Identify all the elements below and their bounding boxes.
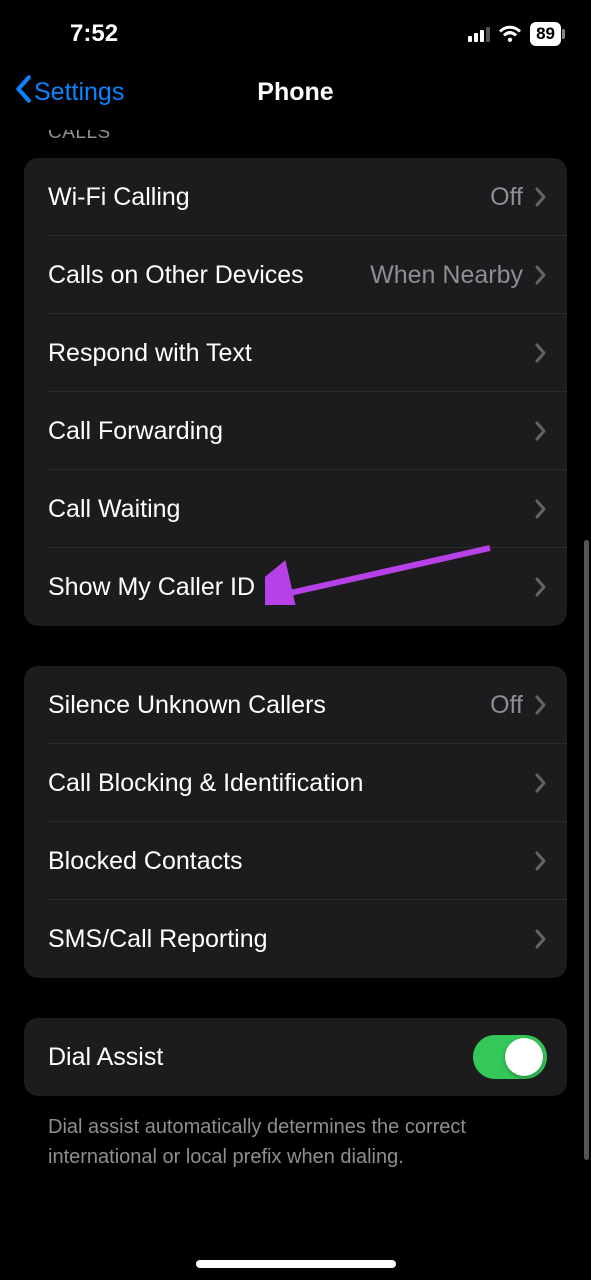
chevron-right-icon — [535, 187, 547, 207]
chevron-right-icon — [535, 499, 547, 519]
section-header-calls: CALLS — [0, 130, 591, 150]
row-label: Call Blocking & Identification — [48, 769, 535, 798]
dial-assist-description: Dial assist automatically determines the… — [0, 1108, 591, 1192]
wifi-icon — [498, 25, 522, 43]
row-label: Respond with Text — [48, 339, 535, 368]
cellular-signal-icon — [468, 26, 490, 42]
row-value: When Nearby — [370, 261, 523, 290]
row-silence-unknown[interactable]: Silence Unknown Callers Off — [24, 666, 567, 744]
home-indicator[interactable] — [196, 1260, 396, 1268]
settings-group-dial-assist: Dial Assist — [24, 1018, 567, 1096]
chevron-left-icon — [14, 75, 32, 110]
chevron-right-icon — [535, 265, 547, 285]
back-label: Settings — [34, 78, 124, 107]
chevron-right-icon — [535, 577, 547, 597]
scroll-bar[interactable] — [584, 540, 589, 1160]
row-show-my-caller-id[interactable]: Show My Caller ID — [24, 548, 567, 626]
row-value: Off — [490, 183, 523, 212]
settings-group-blocking: Silence Unknown Callers Off Call Blockin… — [24, 666, 567, 978]
dial-assist-toggle[interactable] — [473, 1035, 547, 1079]
row-blocked-contacts[interactable]: Blocked Contacts — [24, 822, 567, 900]
row-sms-call-reporting[interactable]: SMS/Call Reporting — [24, 900, 567, 978]
chevron-right-icon — [535, 695, 547, 715]
back-button[interactable]: Settings — [14, 75, 124, 110]
row-label: Call Forwarding — [48, 417, 535, 446]
chevron-right-icon — [535, 773, 547, 793]
row-label: SMS/Call Reporting — [48, 925, 535, 954]
chevron-right-icon — [535, 929, 547, 949]
row-call-blocking-identification[interactable]: Call Blocking & Identification — [24, 744, 567, 822]
chevron-right-icon — [535, 343, 547, 363]
row-call-waiting[interactable]: Call Waiting — [24, 470, 567, 548]
row-wifi-calling[interactable]: Wi-Fi Calling Off — [24, 158, 567, 236]
row-calls-other-devices[interactable]: Calls on Other Devices When Nearby — [24, 236, 567, 314]
row-call-forwarding[interactable]: Call Forwarding — [24, 392, 567, 470]
navigation-bar: Settings Phone — [0, 60, 591, 130]
row-label: Show My Caller ID — [48, 573, 535, 602]
row-dial-assist: Dial Assist — [24, 1018, 567, 1096]
battery-indicator: 89 — [530, 22, 561, 46]
row-label: Calls on Other Devices — [48, 261, 370, 290]
row-label: Wi-Fi Calling — [48, 183, 490, 212]
settings-content: CALLS Wi-Fi Calling Off Calls on Other D… — [0, 130, 591, 1260]
row-label: Call Waiting — [48, 495, 535, 524]
toggle-knob — [505, 1038, 543, 1076]
status-time: 7:52 — [70, 20, 118, 48]
row-respond-with-text[interactable]: Respond with Text — [24, 314, 567, 392]
row-label: Silence Unknown Callers — [48, 691, 490, 720]
settings-group-calls: Wi-Fi Calling Off Calls on Other Devices… — [24, 158, 567, 626]
chevron-right-icon — [535, 851, 547, 871]
status-icons: 89 — [468, 22, 561, 46]
chevron-right-icon — [535, 421, 547, 441]
status-bar: 7:52 89 — [0, 0, 591, 60]
row-label: Dial Assist — [48, 1043, 473, 1072]
row-value: Off — [490, 691, 523, 720]
page-title: Phone — [257, 78, 333, 107]
row-label: Blocked Contacts — [48, 847, 535, 876]
